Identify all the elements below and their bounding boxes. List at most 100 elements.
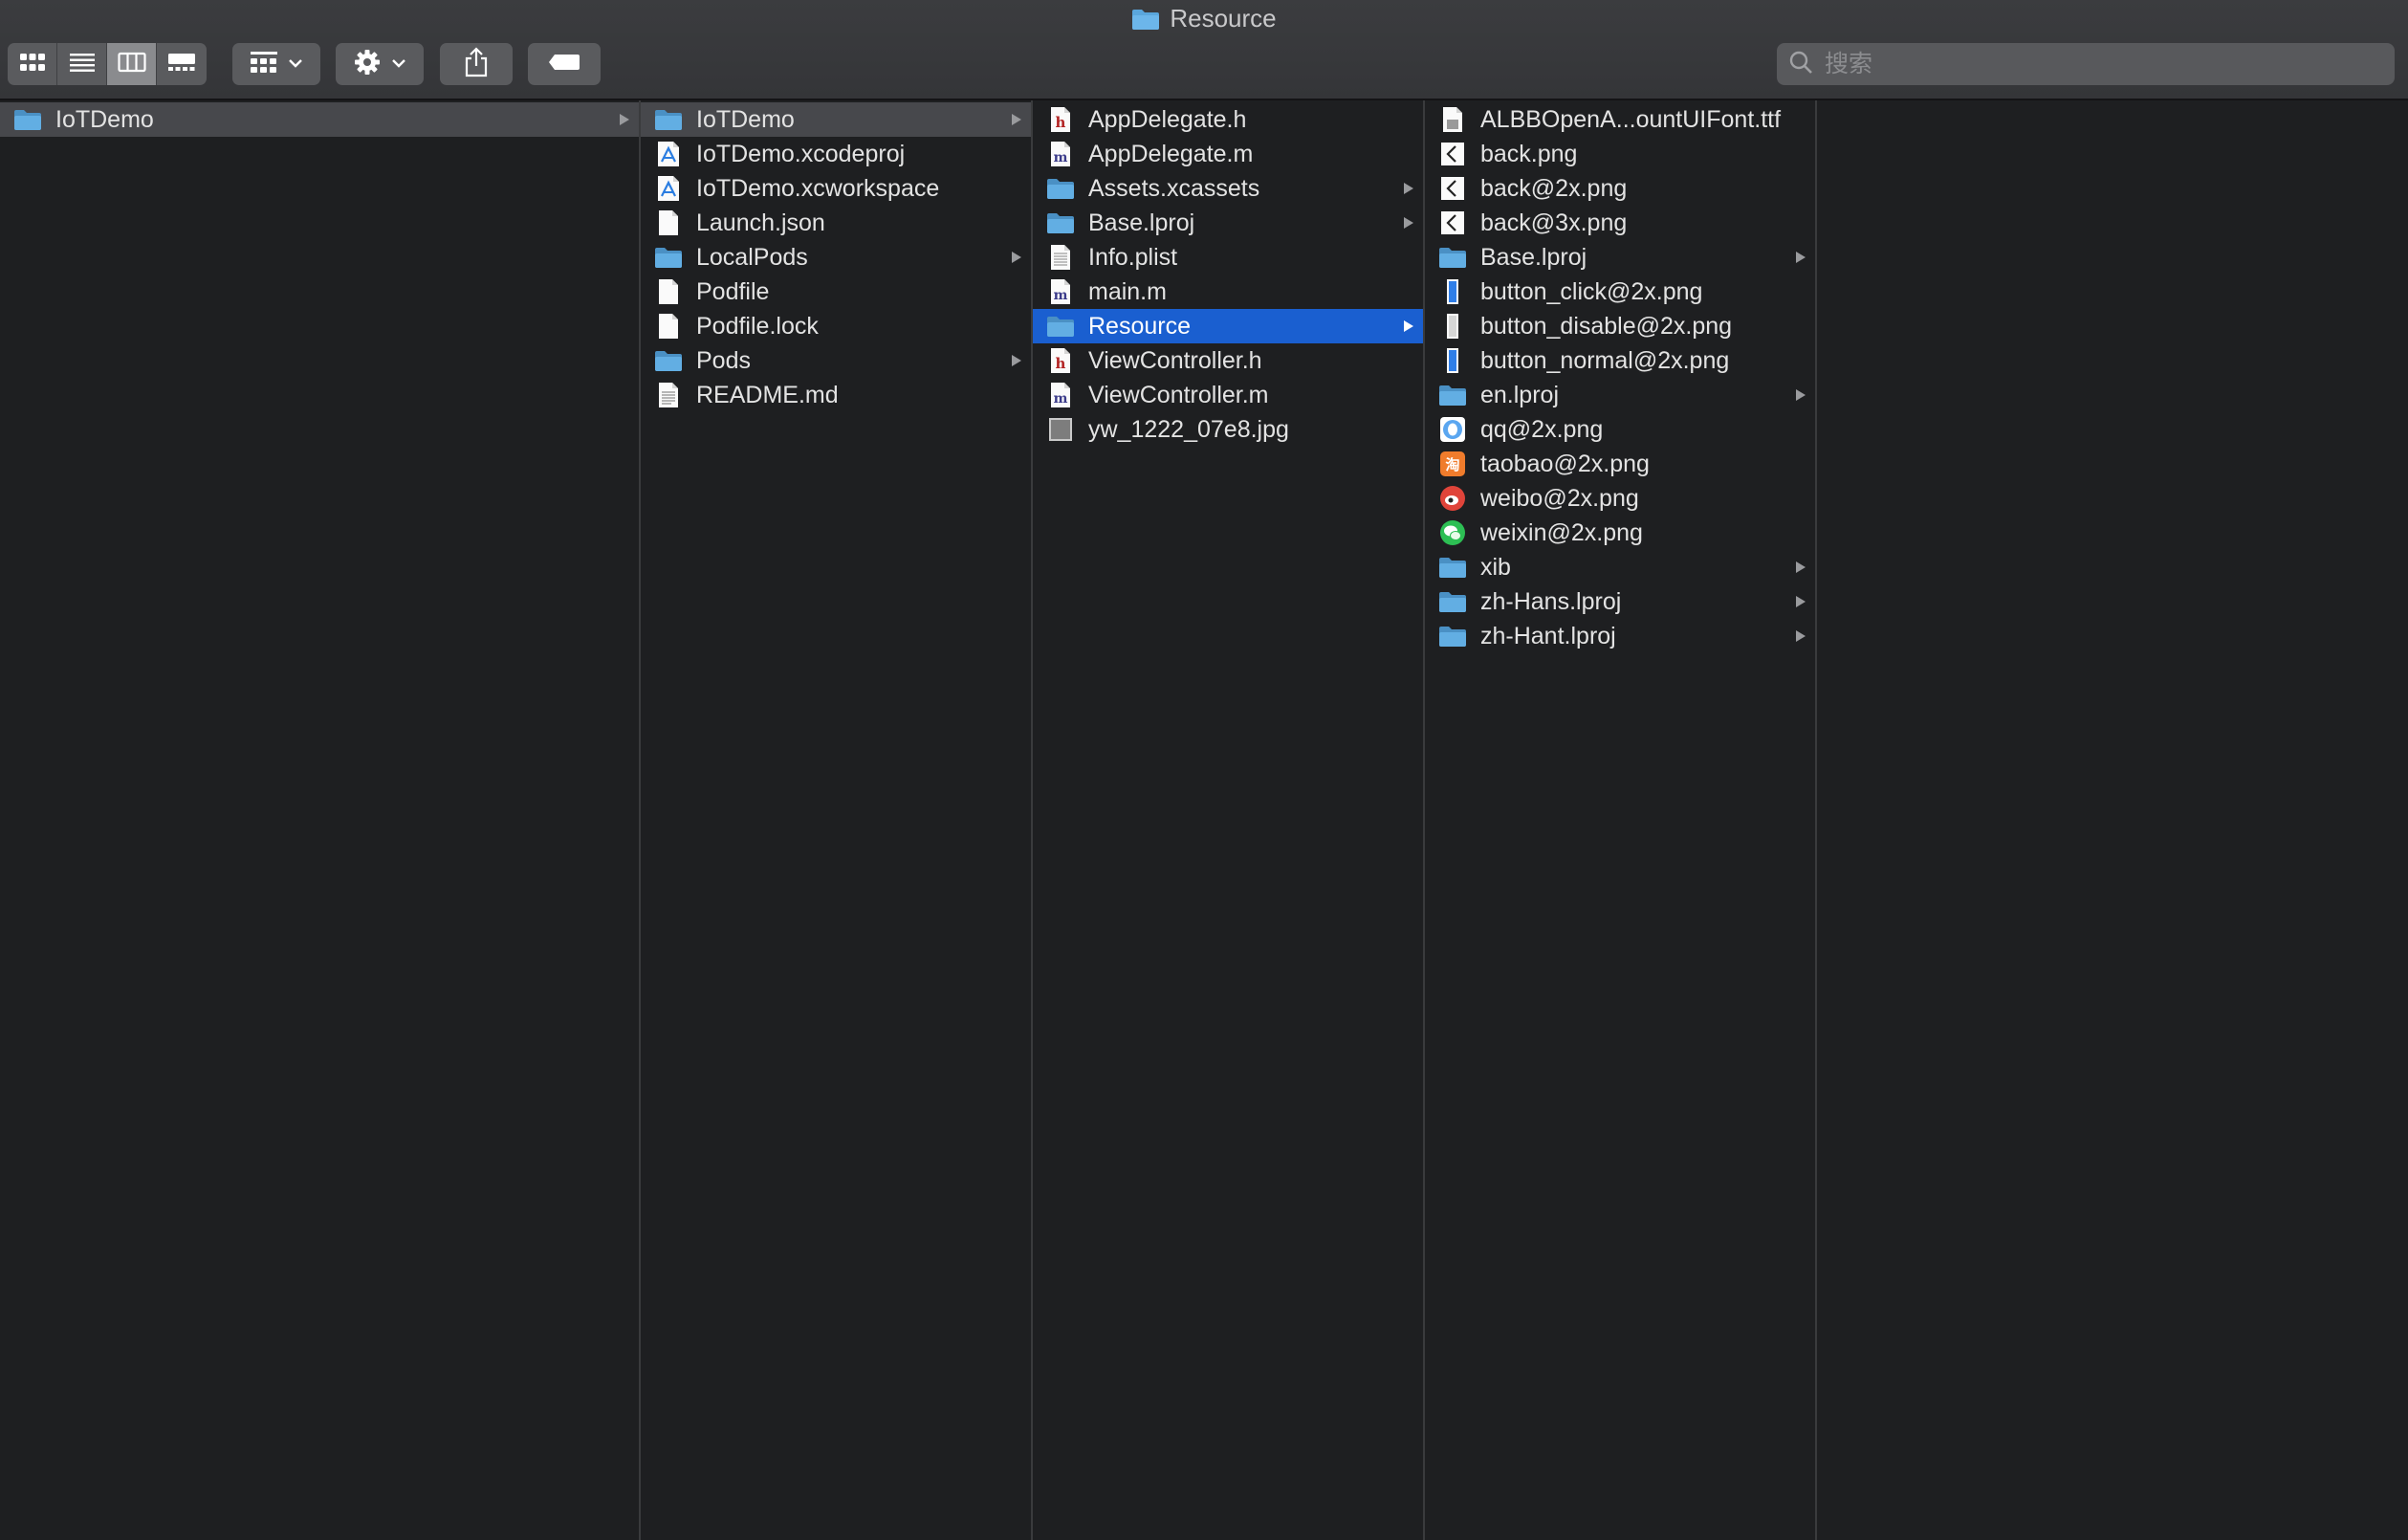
icon-view-button[interactable] [8, 43, 57, 85]
disclosure-arrow-icon [1794, 595, 1807, 608]
file-row[interactable]: h ViewController.h [1033, 343, 1423, 378]
folder-icon [1046, 209, 1075, 237]
file-row[interactable]: Launch.json [641, 206, 1031, 240]
disclosure-arrow-icon [1794, 388, 1807, 402]
folder-row[interactable]: LocalPods [641, 240, 1031, 275]
plist-file-icon [1046, 243, 1075, 272]
item-name: taobao@2x.png [1480, 450, 1650, 477]
item-name: IoTDemo.xcworkspace [696, 174, 940, 202]
document-icon [654, 277, 683, 306]
search-field[interactable] [1777, 43, 2395, 85]
svg-text:m: m [1054, 288, 1068, 303]
file-row[interactable]: m ViewController.m [1033, 378, 1423, 412]
folder-icon [1438, 587, 1467, 616]
tag-button[interactable] [528, 43, 601, 85]
item-name: weibo@2x.png [1480, 484, 1639, 512]
folder-row[interactable]: Base.lproj [1033, 206, 1423, 240]
folder-row[interactable]: xib [1425, 550, 1815, 584]
file-row[interactable]: Podfile [641, 275, 1031, 309]
back-arrow-icon [1438, 174, 1467, 203]
list-view-button[interactable] [57, 43, 107, 85]
chevron-down-icon [391, 55, 406, 73]
item-name: Resource [1088, 312, 1191, 340]
folder-row[interactable]: en.lproj [1425, 378, 1815, 412]
item-name: en.lproj [1480, 381, 1559, 408]
browser-column-5[interactable] [1817, 100, 2408, 1540]
taobao-icon: 淘 [1438, 450, 1467, 478]
svg-text:淘: 淘 [1444, 456, 1459, 473]
share-button[interactable] [440, 43, 513, 85]
file-row[interactable]: button_normal@2x.png [1425, 343, 1815, 378]
objc-source-icon: m [1046, 140, 1075, 168]
gear-icon [353, 48, 382, 81]
svg-text:m: m [1054, 391, 1068, 407]
item-name: AppDelegate.m [1088, 140, 1254, 167]
file-row[interactable]: weixin@2x.png [1425, 516, 1815, 550]
search-input[interactable] [1823, 49, 2381, 79]
file-row[interactable]: Podfile.lock [641, 309, 1031, 343]
disclosure-arrow-icon [1010, 251, 1023, 264]
folder-row[interactable]: IoTDemo [0, 102, 639, 137]
column-view-button[interactable] [107, 43, 157, 85]
file-row[interactable]: m AppDelegate.m [1033, 137, 1423, 171]
folder-row[interactable]: Resource [1033, 309, 1423, 343]
folder-row[interactable]: Assets.xcassets [1033, 171, 1423, 206]
item-name: main.m [1088, 277, 1167, 305]
file-row[interactable]: 淘 taobao@2x.png [1425, 447, 1815, 481]
blue-button-image-icon [1438, 277, 1467, 306]
folder-row[interactable]: Pods [641, 343, 1031, 378]
folder-icon [1046, 312, 1075, 341]
disclosure-arrow-icon [1402, 216, 1415, 230]
xcode-project-icon [654, 174, 683, 203]
browser-column-4[interactable]: ALBBOpenA...ountUIFont.ttf back.png back@2… [1425, 100, 1817, 1540]
search-icon [1788, 50, 1813, 79]
file-row[interactable]: m main.m [1033, 275, 1423, 309]
action-menu-button[interactable] [336, 43, 424, 85]
file-row[interactable]: button_click@2x.png [1425, 275, 1815, 309]
item-name: IoTDemo [696, 105, 795, 133]
folder-row[interactable]: Base.lproj [1425, 240, 1815, 275]
disclosure-arrow-icon [1010, 354, 1023, 367]
file-row[interactable]: ALBBOpenA...ountUIFont.ttf [1425, 102, 1815, 137]
column-view-icon [117, 52, 146, 77]
folder-row[interactable]: IoTDemo [641, 102, 1031, 137]
browser-column-2[interactable]: IoTDemo IoTDemo.xcodeproj IoTDemo.xcworksp… [641, 100, 1033, 1540]
file-row[interactable]: IoTDemo.xcodeproj [641, 137, 1031, 171]
folder-row[interactable]: zh-Hant.lproj [1425, 619, 1815, 653]
file-row[interactable]: IoTDemo.xcworkspace [641, 171, 1031, 206]
back-arrow-icon [1438, 209, 1467, 237]
item-name: IoTDemo.xcodeproj [696, 140, 906, 167]
file-row[interactable]: button_disable@2x.png [1425, 309, 1815, 343]
item-name: Launch.json [696, 209, 825, 236]
tag-icon [548, 54, 580, 76]
file-row[interactable]: qq@2x.png [1425, 412, 1815, 447]
xcode-project-icon [654, 140, 683, 168]
item-name: ViewController.h [1088, 346, 1262, 374]
item-name: yw_1222_07e8.jpg [1088, 415, 1289, 443]
file-row[interactable]: h AppDelegate.h [1033, 102, 1423, 137]
item-name: button_disable@2x.png [1480, 312, 1733, 340]
file-row[interactable]: README.md [641, 378, 1031, 412]
file-row[interactable]: back@3x.png [1425, 206, 1815, 240]
browser-column-1[interactable]: IoTDemo [0, 100, 641, 1540]
folder-row[interactable]: zh-Hans.lproj [1425, 584, 1815, 619]
gallery-view-button[interactable] [157, 43, 207, 85]
disclosure-arrow-icon [1402, 182, 1415, 195]
gray-button-image-icon [1438, 312, 1467, 341]
item-name: button_click@2x.png [1480, 277, 1703, 305]
weibo-icon [1438, 484, 1467, 513]
group-by-button[interactable] [232, 43, 320, 85]
file-row[interactable]: weibo@2x.png [1425, 481, 1815, 516]
objc-source-icon: m [1046, 277, 1075, 306]
item-name: ViewController.m [1088, 381, 1269, 408]
text-file-icon [654, 381, 683, 409]
file-row[interactable]: yw_1222_07e8.jpg [1033, 412, 1423, 447]
file-row[interactable]: back.png [1425, 137, 1815, 171]
browser-column-3[interactable]: h AppDelegate.h m AppDelegate.m Assets.xcass… [1033, 100, 1425, 1540]
folder-icon [654, 243, 683, 272]
item-name: AppDelegate.h [1088, 105, 1247, 133]
file-row[interactable]: back@2x.png [1425, 171, 1815, 206]
svg-text:m: m [1054, 150, 1068, 165]
file-row[interactable]: Info.plist [1033, 240, 1423, 275]
item-name: Podfile.lock [696, 312, 819, 340]
